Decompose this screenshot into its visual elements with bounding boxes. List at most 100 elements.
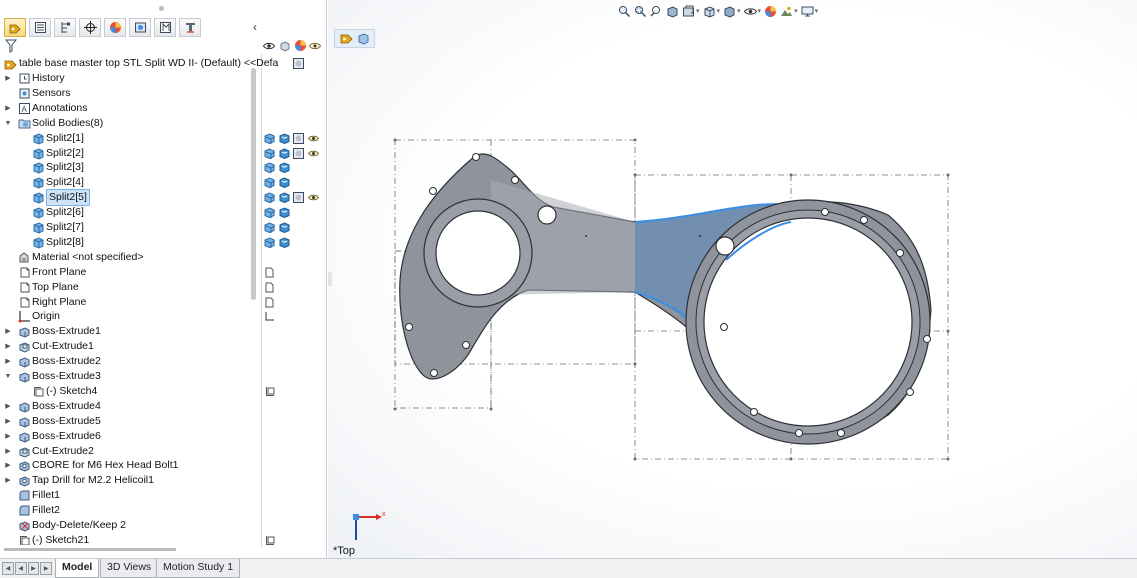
display-mode-icon[interactable] — [279, 222, 290, 233]
tree-item[interactable]: ▶ Cut-Extrude1 — [0, 339, 258, 354]
last-tab-arrow-icon[interactable]: ▶ — [40, 562, 52, 575]
configurationmanager-tab[interactable] — [54, 18, 76, 37]
expand-arrow-icon[interactable]: ▶ — [4, 473, 12, 488]
tree-item[interactable]: ▶ Boss-Extrude5 — [0, 414, 258, 429]
expand-arrow-icon[interactable]: ▶ — [4, 101, 12, 116]
tree-item[interactable]: Split2[1] — [0, 131, 258, 146]
tree-item[interactable]: ▶ A Annotations — [0, 101, 258, 116]
body-display-icon[interactable] — [264, 237, 275, 248]
appearance-swatch-icon[interactable] — [293, 147, 304, 159]
display-mode-icon[interactable] — [279, 162, 290, 174]
tree-item[interactable]: ▶ Boss-Extrude1 — [0, 324, 258, 339]
body-display-icon[interactable] — [264, 162, 275, 174]
tree-item[interactable]: Origin — [0, 309, 258, 324]
tree-item[interactable]: Split2[2] — [0, 146, 258, 161]
collapse-arrow-icon[interactable]: ▼ — [4, 116, 12, 131]
tree-horizontal-scrollbar[interactable] — [4, 548, 176, 551]
plane-visibility-icon[interactable] — [264, 267, 275, 278]
body-display-icon[interactable] — [264, 222, 275, 233]
expand-arrow-icon[interactable]: ▶ — [4, 429, 12, 444]
body-display-icon[interactable] — [264, 192, 275, 204]
tab-3d-views[interactable]: 3D Views — [100, 559, 159, 578]
part-appearance-swatch-icon[interactable] — [293, 58, 304, 69]
transparency-eye-icon[interactable] — [308, 192, 319, 203]
expand-arrow-icon[interactable]: ▶ — [4, 324, 12, 339]
appearance-icon[interactable] — [294, 39, 307, 52]
expand-arrow-icon[interactable]: ▶ — [4, 399, 12, 414]
dimxpert-tab[interactable] — [79, 18, 101, 37]
transparency-eye-icon[interactable] — [308, 133, 319, 144]
tree-item[interactable]: (-) Sketch4 — [0, 384, 258, 399]
display-mode-icon[interactable] — [279, 177, 290, 189]
tree-item[interactable]: Top Plane — [0, 280, 258, 295]
tree-item[interactable]: Split2[6] — [0, 205, 258, 220]
tree-item[interactable]: Body-Delete/Keep 2 — [0, 518, 258, 533]
tree-item[interactable]: Split2[4] — [0, 175, 258, 190]
propertymanager-tab[interactable] — [29, 18, 51, 37]
tree-item[interactable]: ▶ Tap Drill for M2.2 Helicoil1 — [0, 473, 258, 488]
tree-vertical-scrollbar[interactable] — [251, 68, 256, 300]
mbd-tab[interactable] — [154, 18, 176, 37]
cam-tab[interactable] — [129, 18, 151, 37]
expand-arrow-icon[interactable]: ▶ — [4, 444, 12, 459]
expand-arrow-icon[interactable]: ▶ — [4, 71, 12, 86]
collapse-arrow-icon[interactable]: ▼ — [4, 369, 12, 384]
right-ring-bore[interactable] — [703, 217, 913, 427]
featuremanager-tab[interactable] — [4, 18, 26, 37]
plane-visibility-icon[interactable] — [264, 282, 275, 293]
body-display-icon[interactable] — [264, 207, 275, 219]
tree-item[interactable]: Split2[5] — [0, 189, 258, 207]
graphics-area[interactable]: ▾ ▾ ▾ ▾ ▾ ▾ x *Top — [328, 0, 1137, 558]
tree-item[interactable]: ▶ Boss-Extrude4 — [0, 399, 258, 414]
display-mode-icon[interactable] — [279, 237, 290, 248]
tree-item[interactable]: ▶ Boss-Extrude2 — [0, 354, 258, 369]
next-tab-arrow-icon[interactable]: ▶ — [27, 562, 40, 575]
simulation-tab[interactable] — [179, 18, 201, 37]
sketch-visibility-icon[interactable] — [264, 535, 275, 546]
body-display-icon[interactable] — [264, 177, 275, 189]
tree-item[interactable]: Right Plane — [0, 295, 258, 310]
left-ring-bore[interactable] — [435, 210, 521, 296]
tree-item[interactable]: Material <not specified> — [0, 250, 258, 265]
filter-icon[interactable] — [5, 39, 17, 53]
tree-item[interactable]: (-) Sketch21 — [0, 533, 258, 545]
appearance-swatch-icon[interactable] — [293, 192, 304, 204]
origin-visibility-icon[interactable] — [264, 311, 275, 322]
transparency-eye-icon[interactable] — [308, 148, 319, 159]
tab-motion-study-1[interactable]: Motion Study 1 — [156, 559, 241, 578]
expand-arrow-icon[interactable]: ▶ — [4, 339, 12, 354]
tree-item[interactable]: ▼ Solid Bodies(8) — [0, 116, 258, 131]
expand-arrow-icon[interactable]: ▶ — [4, 458, 12, 473]
tree-item[interactable]: ▼ Boss-Extrude3 — [0, 369, 258, 384]
tree-item[interactable]: Fillet2 — [0, 503, 258, 518]
transparency-icon[interactable] — [309, 41, 321, 53]
tree-item[interactable]: ▶ Boss-Extrude6 — [0, 429, 258, 444]
tree-item[interactable]: Split2[3] — [0, 160, 258, 175]
first-tab-arrow-icon[interactable]: ◀ — [2, 562, 14, 575]
plane-visibility-icon[interactable] — [264, 297, 275, 308]
panel-grip-icon[interactable] — [159, 6, 164, 11]
display-mode-icon[interactable] — [279, 40, 291, 52]
display-mode-icon[interactable] — [279, 147, 290, 159]
tree-item[interactable]: ▶ CBORE for M6 Hex Head Bolt1 — [0, 458, 258, 473]
tree-item[interactable]: Split2[7] — [0, 220, 258, 235]
body-display-icon[interactable] — [264, 133, 275, 144]
collapse-panel-button[interactable]: ‹ — [249, 19, 261, 35]
display-manager-tab[interactable] — [104, 18, 126, 37]
tree-item[interactable]: Front Plane — [0, 265, 258, 280]
tree-item[interactable]: Sensors — [0, 86, 258, 101]
tree-item[interactable]: Split2[8] — [0, 235, 258, 250]
model-viewport[interactable] — [328, 0, 1137, 558]
visibility-eye-icon[interactable] — [263, 41, 275, 51]
display-mode-icon[interactable] — [279, 192, 290, 204]
tab-model[interactable]: Model — [55, 559, 100, 578]
prev-tab-arrow-icon[interactable]: ◀ — [14, 562, 27, 575]
sketch-visibility-icon[interactable] — [264, 386, 275, 397]
tree-item[interactable]: ▶ Cut-Extrude2 — [0, 444, 258, 459]
display-mode-icon[interactable] — [279, 133, 290, 144]
tree-item[interactable]: Fillet1 — [0, 488, 258, 503]
expand-arrow-icon[interactable]: ▶ — [4, 354, 12, 369]
tree-filter[interactable] — [0, 38, 261, 54]
expand-arrow-icon[interactable]: ▶ — [4, 414, 12, 429]
display-mode-icon[interactable] — [279, 207, 290, 219]
